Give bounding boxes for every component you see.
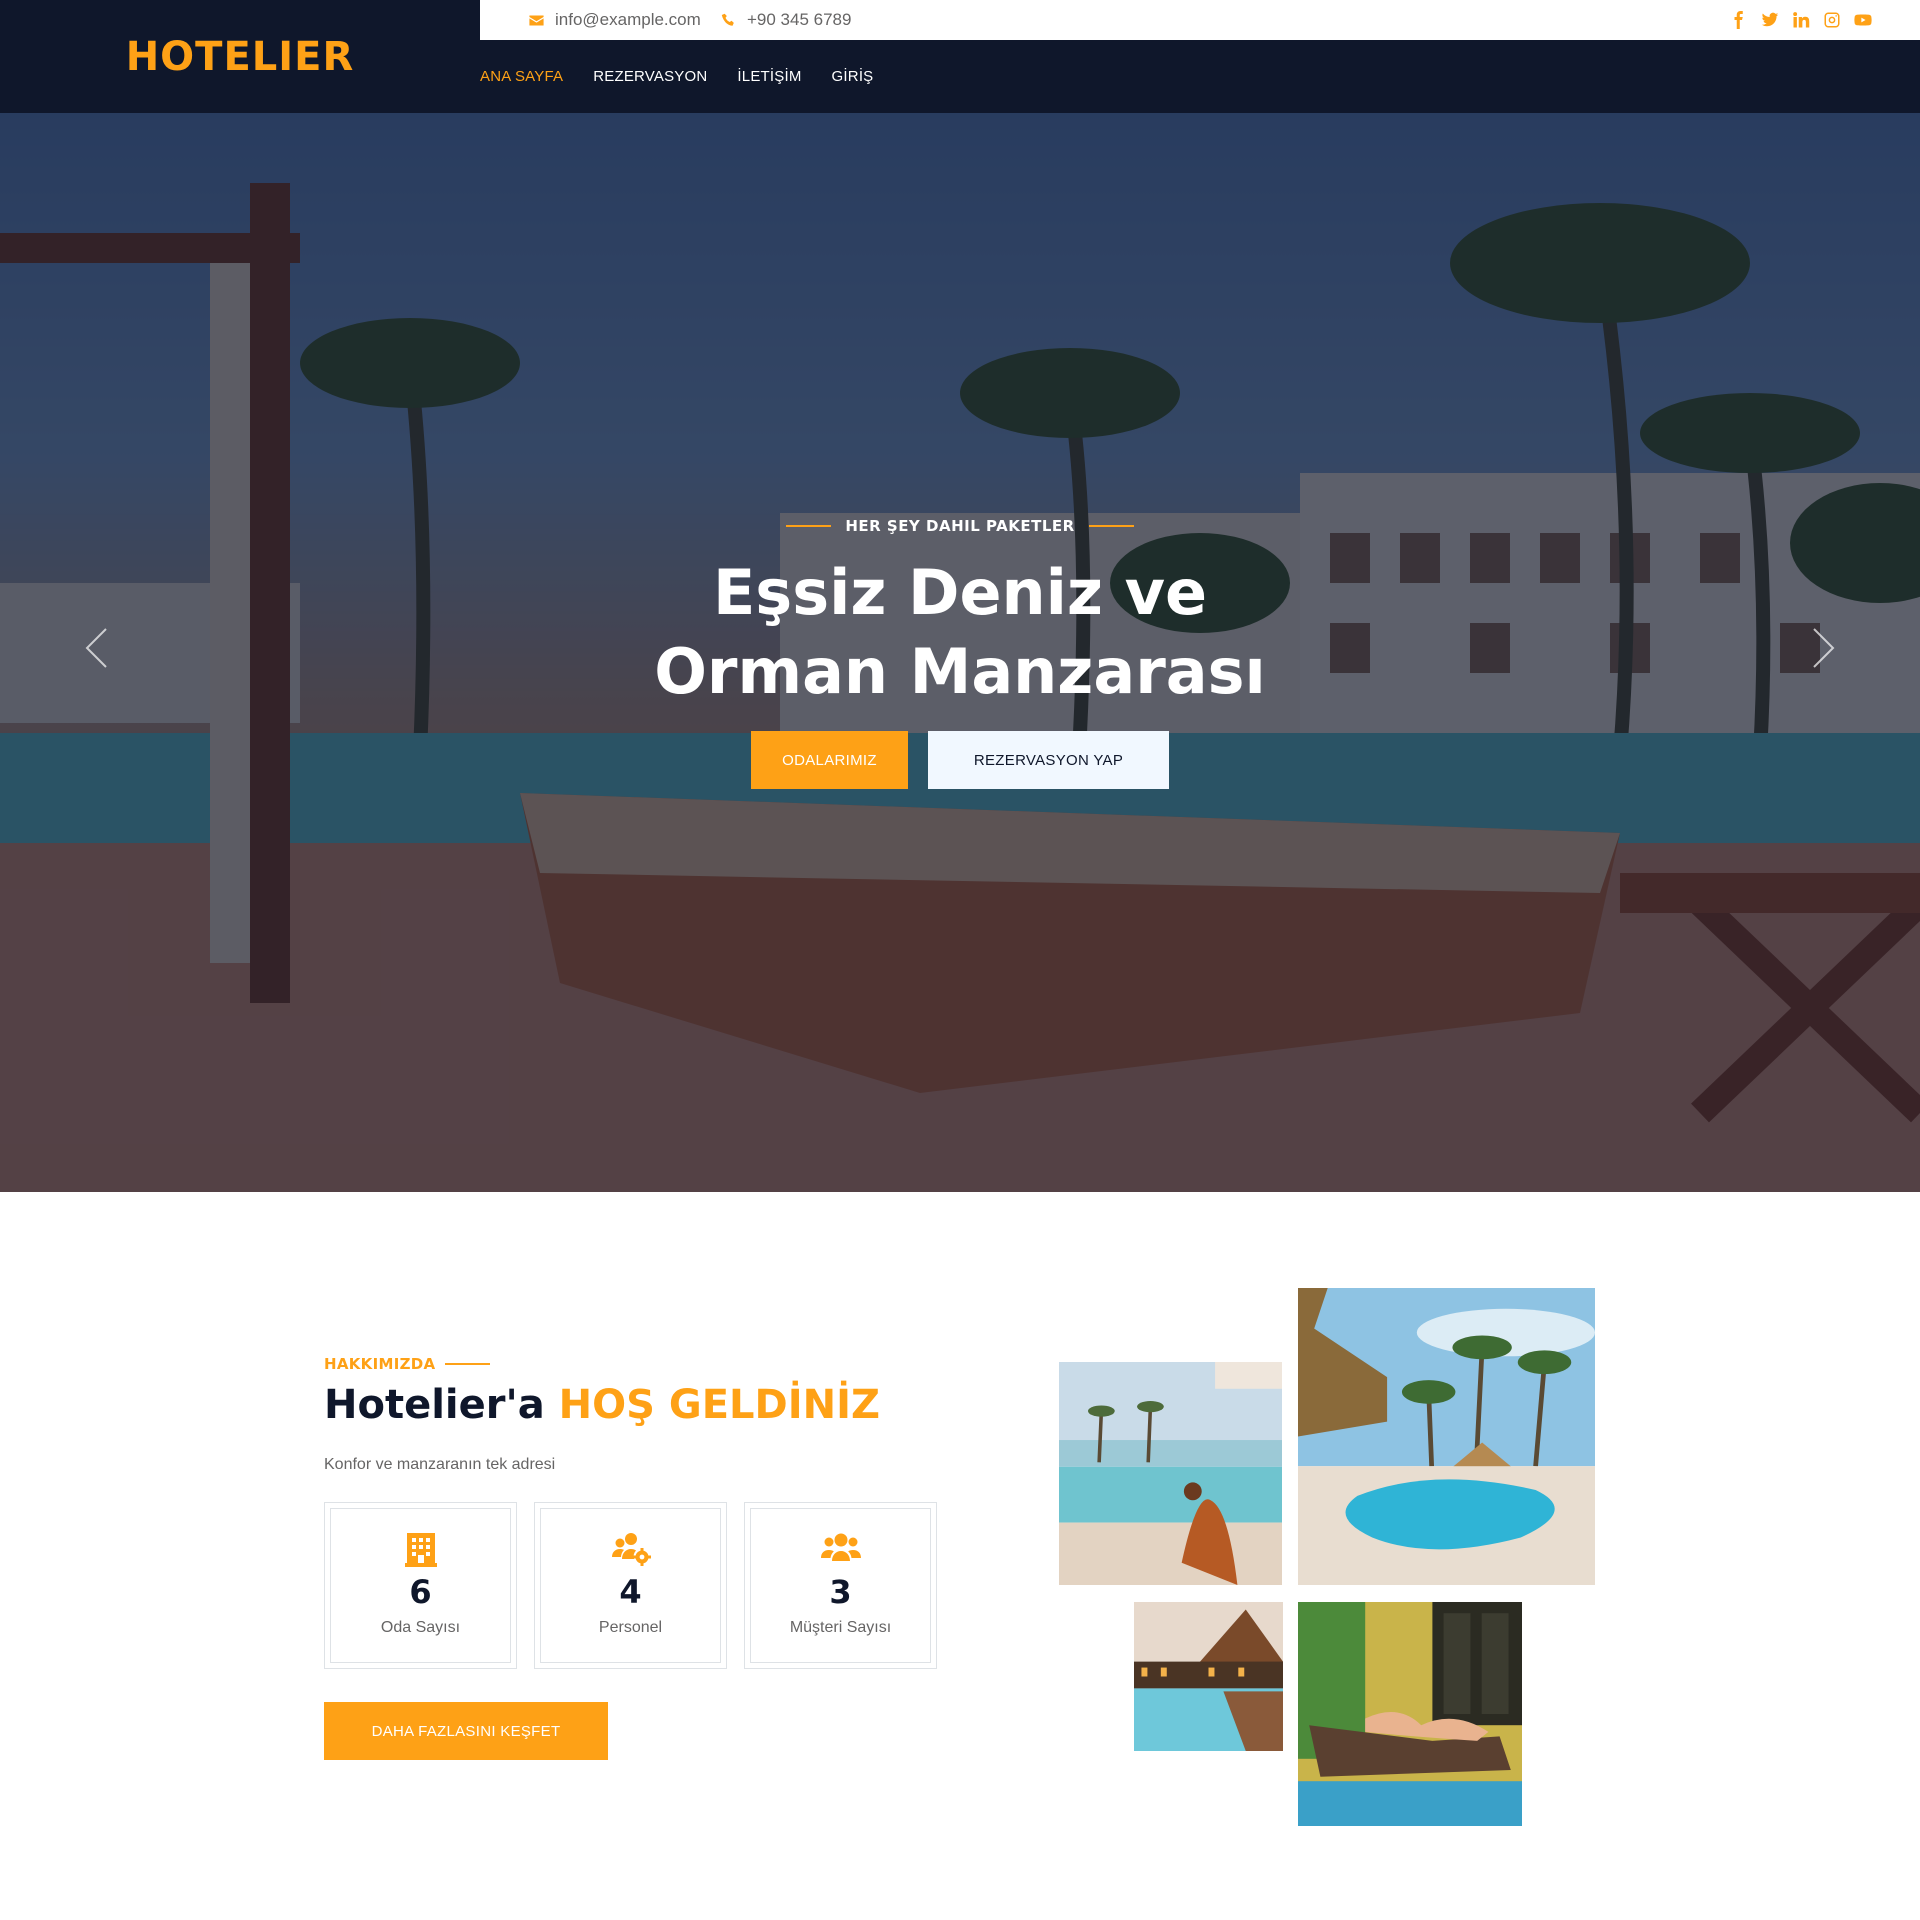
nav-item-login[interactable]: GİRİŞ <box>832 68 874 85</box>
nav-item-home[interactable]: ANA SAYFA <box>480 68 563 85</box>
nav-item-contact[interactable]: İLETİŞİM <box>737 68 801 85</box>
social-links <box>1730 0 1872 40</box>
tagline-line-left <box>786 525 832 527</box>
about-title-prefix: Hotelier'a <box>324 1382 545 1428</box>
hero-title-line2: Orman Manzarası <box>654 635 1266 708</box>
hero-title-line1: Eşsiz Deniz ve <box>712 556 1208 629</box>
stats-row: 6 Oda Sayısı 4 Personel 3 Müşteri Sayısı <box>324 1502 937 1669</box>
stat-card-customers: 3 Müşteri Sayısı <box>744 1502 937 1669</box>
envelope-icon <box>529 15 544 25</box>
about-photo-beach-pool <box>1059 1362 1282 1585</box>
phone-text: +90 345 6789 <box>747 10 852 29</box>
about-title: Hotelier'a HOŞ GELDİNİZ <box>324 1382 880 1428</box>
site-header: HOTELIER info@example.com +90 345 6789 A… <box>0 0 1920 113</box>
facebook-icon[interactable] <box>1730 11 1748 29</box>
stat-card-inner: 4 Personel <box>540 1508 721 1663</box>
about-photo-lodge-pool <box>1134 1602 1283 1751</box>
stat-card-staff: 4 Personel <box>534 1502 727 1669</box>
contact-email[interactable]: info@example.com <box>528 0 701 40</box>
chevron-left-icon <box>85 628 107 668</box>
brand-logo[interactable]: HOTELIER <box>126 34 355 80</box>
about-label-text: HAKKIMIZDA <box>324 1355 436 1373</box>
hero-carousel: HER ŞEY DAHIL PAKETLER Eşsiz Deniz ve Or… <box>0 113 1920 1192</box>
about-title-accent: HOŞ GELDİNİZ <box>558 1382 880 1428</box>
instagram-icon[interactable] <box>1823 11 1841 29</box>
rooms-button[interactable]: ODALARIMIZ <box>751 731 908 789</box>
chevron-right-icon <box>1813 628 1835 668</box>
stat-label: Müşteri Sayısı <box>789 1619 892 1636</box>
hero-tagline: HER ŞEY DAHIL PAKETLER <box>0 517 1920 535</box>
hero-buttons: ODALARIMIZ REZERVASYON YAP <box>0 731 1920 789</box>
carousel-prev-button[interactable] <box>82 626 112 670</box>
twitter-icon[interactable] <box>1761 11 1779 29</box>
phone-icon <box>721 13 734 26</box>
stat-card-inner: 6 Oda Sayısı <box>330 1508 511 1663</box>
stat-card-inner: 3 Müşteri Sayısı <box>750 1508 931 1663</box>
stat-card-rooms: 6 Oda Sayısı <box>324 1502 517 1669</box>
users-icon <box>820 1531 861 1567</box>
hotel-icon <box>401 1531 441 1567</box>
main-nav: ANA SAYFA REZERVASYON İLETİŞİM GİRİŞ <box>480 40 873 113</box>
hero-content: HER ŞEY DAHIL PAKETLER Eşsiz Deniz ve Or… <box>0 113 1920 1192</box>
hero-title: Eşsiz Deniz ve Orman Manzarası <box>0 553 1920 711</box>
users-cog-icon <box>611 1531 651 1567</box>
stat-value: 3 <box>829 1573 852 1611</box>
tagline-line-right <box>1088 525 1134 527</box>
about-description: Konfor ve manzaranın tek adresi <box>324 1456 556 1473</box>
contact-phone[interactable]: +90 345 6789 <box>720 0 851 40</box>
explore-more-button[interactable]: DAHA FAZLASINI KEŞFET <box>324 1702 608 1760</box>
carousel-next-button[interactable] <box>1808 626 1838 670</box>
stat-value: 4 <box>619 1573 642 1611</box>
about-label-line <box>445 1363 491 1365</box>
nav-item-reservation[interactable]: REZERVASYON <box>593 68 707 85</box>
about-label: HAKKIMIZDA <box>324 1355 491 1373</box>
email-text: info@example.com <box>555 10 701 29</box>
top-bar: info@example.com +90 345 6789 <box>480 0 1920 40</box>
tagline-text: HER ŞEY DAHIL PAKETLER <box>845 517 1075 535</box>
stat-value: 6 <box>409 1573 432 1611</box>
linkedin-icon[interactable] <box>1792 11 1810 29</box>
about-photo-resort-pool <box>1298 1288 1595 1585</box>
youtube-icon[interactable] <box>1854 11 1872 29</box>
stat-label: Personel <box>598 1619 663 1636</box>
about-photo-garden-lounge <box>1298 1602 1522 1826</box>
stat-label: Oda Sayısı <box>380 1619 461 1636</box>
brand-container: HOTELIER <box>0 0 480 113</box>
book-now-button[interactable]: REZERVASYON YAP <box>928 731 1169 789</box>
